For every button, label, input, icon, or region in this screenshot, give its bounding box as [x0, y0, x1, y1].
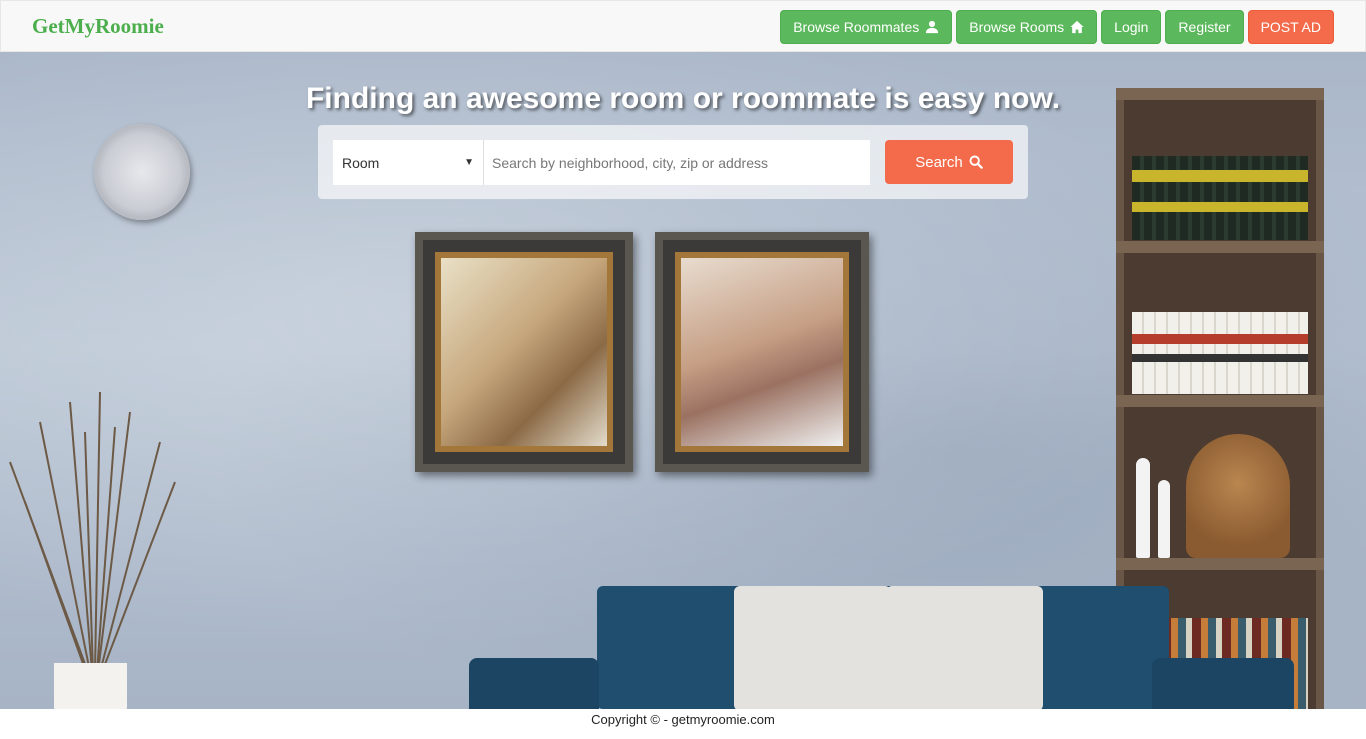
login-label: Login: [1114, 19, 1149, 35]
search-type-value: Room: [342, 154, 380, 171]
register-label: Register: [1178, 19, 1231, 35]
plant-decor-image: [0, 382, 185, 709]
home-icon: [1070, 20, 1084, 34]
hero-background: Finding an awesome room or roommate is e…: [0, 52, 1366, 709]
post-ad-label: POST AD: [1260, 19, 1321, 35]
browse-roommates-button[interactable]: Browse Roommates: [780, 10, 953, 44]
brand-logo[interactable]: GetMyRoomie: [32, 14, 164, 39]
register-button[interactable]: Register: [1165, 10, 1244, 44]
user-icon: [926, 20, 939, 34]
footer: Copyright © - getmyroomie.com: [0, 709, 1366, 739]
search-button-label: Search: [915, 153, 963, 171]
picture-frame-couple: [655, 232, 869, 472]
search-panel: Room ▼ Search: [318, 125, 1028, 199]
sofa-image: [469, 586, 1294, 709]
vase-image: [54, 663, 127, 709]
browse-rooms-button[interactable]: Browse Rooms: [956, 10, 1098, 44]
search-button[interactable]: Search: [885, 140, 1013, 184]
navbar: GetMyRoomie Browse Roommates Browse Room…: [0, 0, 1366, 52]
nav-buttons: Browse Roommates Browse Rooms Login Regi…: [780, 10, 1334, 44]
search-icon: [969, 155, 983, 169]
hero-title: Finding an awesome room or roommate is e…: [305, 82, 1061, 115]
caret-down-icon: ▼: [464, 157, 474, 168]
wall-clock-image: [94, 124, 190, 220]
browse-rooms-label: Browse Rooms: [969, 19, 1065, 35]
picture-frame-woman: [415, 232, 633, 472]
post-ad-button[interactable]: POST AD: [1247, 10, 1334, 44]
login-button[interactable]: Login: [1101, 10, 1162, 44]
search-input[interactable]: [484, 140, 870, 185]
copyright-text: Copyright © - getmyroomie.com: [591, 712, 775, 727]
search-type-select[interactable]: Room ▼: [333, 140, 484, 185]
browse-roommates-label: Browse Roommates: [793, 19, 920, 35]
